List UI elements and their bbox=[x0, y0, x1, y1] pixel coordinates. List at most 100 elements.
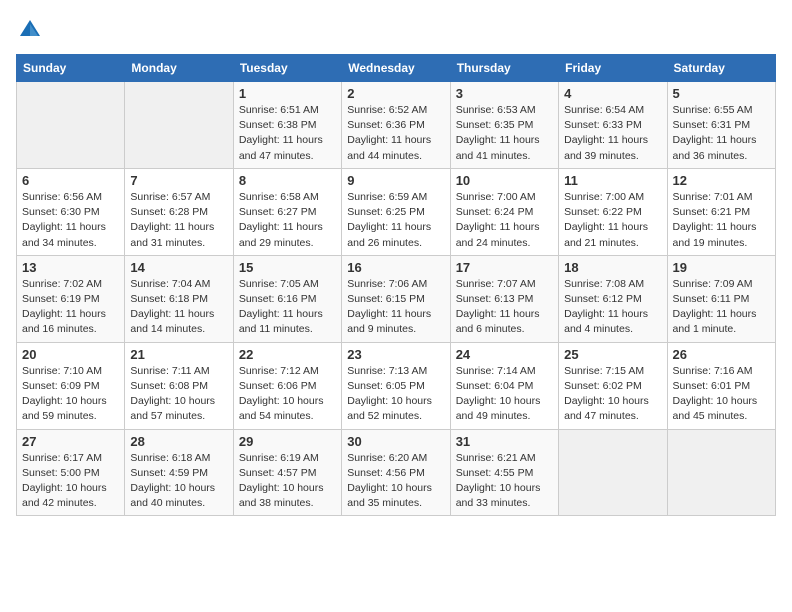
week-row-2: 6Sunrise: 6:56 AMSunset: 6:30 PMDaylight… bbox=[17, 168, 776, 255]
weekday-header-friday: Friday bbox=[559, 55, 667, 82]
day-number: 5 bbox=[673, 86, 770, 101]
day-cell: 14 Sunrise: 7:04 AMSunset: 6:18 PMDayligh… bbox=[125, 255, 233, 342]
day-cell: 20 Sunrise: 7:10 AMSunset: 6:09 PMDayligh… bbox=[17, 342, 125, 429]
day-info: Sunrise: 6:21 AMSunset: 4:55 PMDaylight:… bbox=[456, 451, 553, 512]
week-row-5: 27Sunrise: 6:17 AMSunset: 5:00 PMDayligh… bbox=[17, 429, 776, 516]
day-info: Sunrise: 7:14 AMSunset: 6:04 PMDaylight:… bbox=[456, 364, 553, 425]
day-info: Sunrise: 6:56 AMSunset: 6:30 PMDaylight:… bbox=[22, 190, 119, 251]
day-info: Sunrise: 7:05 AMSunset: 6:16 PMDaylight:… bbox=[239, 277, 336, 338]
day-cell: 21 Sunrise: 7:11 AMSunset: 6:08 PMDayligh… bbox=[125, 342, 233, 429]
day-info: Sunrise: 7:12 AMSunset: 6:06 PMDaylight:… bbox=[239, 364, 336, 425]
day-cell: 23Sunrise: 7:13 AMSunset: 6:05 PMDayligh… bbox=[342, 342, 450, 429]
day-number: 11 bbox=[564, 173, 661, 188]
day-cell: 30 Sunrise: 6:20 AMSunset: 4:56 PMDayligh… bbox=[342, 429, 450, 516]
weekday-header-sunday: Sunday bbox=[17, 55, 125, 82]
day-info: Sunrise: 7:11 AMSunset: 6:08 PMDaylight:… bbox=[130, 364, 227, 425]
day-cell: 31 Sunrise: 6:21 AMSunset: 4:55 PMDayligh… bbox=[450, 429, 558, 516]
day-info: Sunrise: 7:13 AMSunset: 6:05 PMDaylight:… bbox=[347, 364, 444, 425]
day-number: 1 bbox=[239, 86, 336, 101]
week-row-1: 1 Sunrise: 6:51 AMSunset: 6:38 PMDaylight… bbox=[17, 82, 776, 169]
day-cell: 11 Sunrise: 7:00 AMSunset: 6:22 PMDayligh… bbox=[559, 168, 667, 255]
weekday-header-monday: Monday bbox=[125, 55, 233, 82]
day-cell: 18Sunrise: 7:08 AMSunset: 6:12 PMDayligh… bbox=[559, 255, 667, 342]
day-info: Sunrise: 6:18 AMSunset: 4:59 PMDaylight:… bbox=[130, 451, 227, 512]
day-cell: 3Sunrise: 6:53 AMSunset: 6:35 PMDaylight… bbox=[450, 82, 558, 169]
week-row-3: 13 Sunrise: 7:02 AMSunset: 6:19 PMDayligh… bbox=[17, 255, 776, 342]
calendar-table: SundayMondayTuesdayWednesdayThursdayFrid… bbox=[16, 54, 776, 516]
day-number: 31 bbox=[456, 434, 553, 449]
weekday-header-saturday: Saturday bbox=[667, 55, 775, 82]
day-number: 24 bbox=[456, 347, 553, 362]
weekday-header-thursday: Thursday bbox=[450, 55, 558, 82]
day-cell: 17 Sunrise: 7:07 AMSunset: 6:13 PMDayligh… bbox=[450, 255, 558, 342]
day-number: 16 bbox=[347, 260, 444, 275]
day-number: 7 bbox=[130, 173, 227, 188]
day-info: Sunrise: 6:52 AMSunset: 6:36 PMDaylight:… bbox=[347, 103, 444, 164]
day-cell bbox=[125, 82, 233, 169]
day-info: Sunrise: 6:55 AMSunset: 6:31 PMDaylight:… bbox=[673, 103, 770, 164]
day-info: Sunrise: 7:10 AMSunset: 6:09 PMDaylight:… bbox=[22, 364, 119, 425]
day-number: 21 bbox=[130, 347, 227, 362]
day-cell bbox=[559, 429, 667, 516]
day-cell: 5 Sunrise: 6:55 AMSunset: 6:31 PMDaylight… bbox=[667, 82, 775, 169]
day-number: 14 bbox=[130, 260, 227, 275]
day-info: Sunrise: 7:01 AMSunset: 6:21 PMDaylight:… bbox=[673, 190, 770, 251]
day-cell bbox=[17, 82, 125, 169]
day-cell: 13 Sunrise: 7:02 AMSunset: 6:19 PMDayligh… bbox=[17, 255, 125, 342]
logo bbox=[16, 16, 48, 44]
day-cell: 15 Sunrise: 7:05 AMSunset: 6:16 PMDayligh… bbox=[233, 255, 341, 342]
page-header bbox=[16, 16, 776, 44]
day-number: 30 bbox=[347, 434, 444, 449]
day-number: 9 bbox=[347, 173, 444, 188]
day-info: Sunrise: 7:06 AMSunset: 6:15 PMDaylight:… bbox=[347, 277, 444, 338]
day-cell: 16 Sunrise: 7:06 AMSunset: 6:15 PMDayligh… bbox=[342, 255, 450, 342]
logo-icon bbox=[16, 16, 44, 44]
day-number: 20 bbox=[22, 347, 119, 362]
day-number: 28 bbox=[130, 434, 227, 449]
day-cell: 4 Sunrise: 6:54 AMSunset: 6:33 PMDaylight… bbox=[559, 82, 667, 169]
day-info: Sunrise: 7:08 AMSunset: 6:12 PMDaylight:… bbox=[564, 277, 661, 338]
day-info: Sunrise: 7:00 AMSunset: 6:24 PMDaylight:… bbox=[456, 190, 553, 251]
day-cell: 7 Sunrise: 6:57 AMSunset: 6:28 PMDaylight… bbox=[125, 168, 233, 255]
day-info: Sunrise: 6:51 AMSunset: 6:38 PMDaylight:… bbox=[239, 103, 336, 164]
day-number: 4 bbox=[564, 86, 661, 101]
day-cell: 25Sunrise: 7:15 AMSunset: 6:02 PMDayligh… bbox=[559, 342, 667, 429]
day-info: Sunrise: 6:58 AMSunset: 6:27 PMDaylight:… bbox=[239, 190, 336, 251]
day-number: 3 bbox=[456, 86, 553, 101]
day-number: 8 bbox=[239, 173, 336, 188]
day-cell: 24 Sunrise: 7:14 AMSunset: 6:04 PMDayligh… bbox=[450, 342, 558, 429]
day-number: 29 bbox=[239, 434, 336, 449]
day-number: 12 bbox=[673, 173, 770, 188]
day-cell: 26 Sunrise: 7:16 AMSunset: 6:01 PMDayligh… bbox=[667, 342, 775, 429]
day-info: Sunrise: 6:57 AMSunset: 6:28 PMDaylight:… bbox=[130, 190, 227, 251]
day-info: Sunrise: 7:04 AMSunset: 6:18 PMDaylight:… bbox=[130, 277, 227, 338]
day-number: 13 bbox=[22, 260, 119, 275]
day-cell: 12 Sunrise: 7:01 AMSunset: 6:21 PMDayligh… bbox=[667, 168, 775, 255]
day-info: Sunrise: 7:09 AMSunset: 6:11 PMDaylight:… bbox=[673, 277, 770, 338]
day-number: 10 bbox=[456, 173, 553, 188]
day-cell: 9Sunrise: 6:59 AMSunset: 6:25 PMDaylight… bbox=[342, 168, 450, 255]
day-cell: 1 Sunrise: 6:51 AMSunset: 6:38 PMDaylight… bbox=[233, 82, 341, 169]
day-info: Sunrise: 7:02 AMSunset: 6:19 PMDaylight:… bbox=[22, 277, 119, 338]
day-number: 15 bbox=[239, 260, 336, 275]
day-number: 22 bbox=[239, 347, 336, 362]
weekday-header-row: SundayMondayTuesdayWednesdayThursdayFrid… bbox=[17, 55, 776, 82]
day-info: Sunrise: 6:54 AMSunset: 6:33 PMDaylight:… bbox=[564, 103, 661, 164]
day-cell: 10 Sunrise: 7:00 AMSunset: 6:24 PMDayligh… bbox=[450, 168, 558, 255]
day-info: Sunrise: 6:17 AMSunset: 5:00 PMDaylight:… bbox=[22, 451, 119, 512]
day-number: 25 bbox=[564, 347, 661, 362]
day-cell: 19 Sunrise: 7:09 AMSunset: 6:11 PMDayligh… bbox=[667, 255, 775, 342]
day-info: Sunrise: 6:19 AMSunset: 4:57 PMDaylight:… bbox=[239, 451, 336, 512]
day-number: 17 bbox=[456, 260, 553, 275]
day-cell: 22 Sunrise: 7:12 AMSunset: 6:06 PMDayligh… bbox=[233, 342, 341, 429]
day-number: 19 bbox=[673, 260, 770, 275]
day-cell bbox=[667, 429, 775, 516]
day-cell: 29 Sunrise: 6:19 AMSunset: 4:57 PMDayligh… bbox=[233, 429, 341, 516]
day-info: Sunrise: 7:16 AMSunset: 6:01 PMDaylight:… bbox=[673, 364, 770, 425]
day-number: 26 bbox=[673, 347, 770, 362]
day-info: Sunrise: 6:20 AMSunset: 4:56 PMDaylight:… bbox=[347, 451, 444, 512]
day-cell: 28 Sunrise: 6:18 AMSunset: 4:59 PMDayligh… bbox=[125, 429, 233, 516]
weekday-header-tuesday: Tuesday bbox=[233, 55, 341, 82]
day-info: Sunrise: 7:00 AMSunset: 6:22 PMDaylight:… bbox=[564, 190, 661, 251]
day-info: Sunrise: 7:07 AMSunset: 6:13 PMDaylight:… bbox=[456, 277, 553, 338]
